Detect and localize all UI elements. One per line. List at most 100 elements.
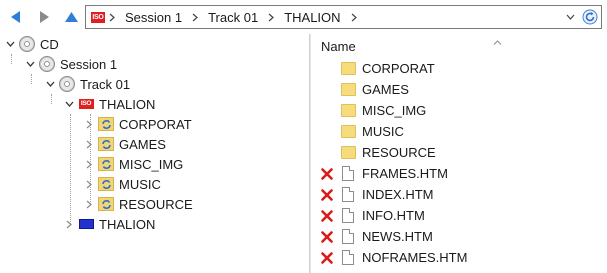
tree-guide [31, 74, 32, 84]
chevron-down-icon[interactable] [24, 54, 36, 74]
file-icon [340, 166, 356, 182]
tree-item-label: Track 01 [80, 76, 131, 92]
sync-folder-icon [97, 135, 115, 153]
folder-icon [340, 82, 356, 98]
back-arrow-icon[interactable] [9, 10, 23, 24]
iso-badge-icon: ISO [91, 11, 105, 23]
list-item[interactable]: FRAMES.HTM [311, 163, 607, 184]
column-header[interactable]: Name [311, 34, 607, 58]
tree-item-label: MUSIC [119, 176, 161, 192]
tree-item-label: CD [40, 36, 59, 52]
tree-item-cd[interactable]: CD [4, 34, 59, 54]
list-item[interactable]: GAMES [311, 79, 607, 100]
file-icon [340, 250, 356, 266]
cd-disc-icon [18, 35, 36, 53]
tree-item-games[interactable]: GAMES [83, 134, 166, 154]
error-x-icon [319, 208, 335, 224]
list-item-label: INFO.HTM [362, 208, 425, 223]
tree-item-thalion-volume[interactable]: THALION [63, 214, 155, 234]
error-x-icon [319, 229, 335, 245]
list-item-label: NOFRAMES.HTM [362, 250, 468, 265]
chevron-down-icon[interactable] [44, 74, 56, 94]
tree-guide [11, 54, 12, 64]
list-item[interactable]: NOFRAMES.HTM [311, 247, 607, 268]
chevron-right-icon[interactable] [83, 134, 95, 154]
file-icon [340, 187, 356, 203]
folder-icon [340, 124, 356, 140]
chevron-down-icon[interactable] [4, 34, 16, 54]
list-item-label: RESOURCE [362, 145, 436, 160]
tree-item-label: CORPORAT [119, 116, 192, 132]
chevron-right-icon[interactable] [347, 6, 361, 28]
breadcrumb-track[interactable]: Track 01 [202, 6, 264, 28]
folder-tree[interactable]: CD Session 1 Track 01 ISO THALION CORPOR… [0, 34, 309, 273]
chevron-right-icon[interactable] [83, 114, 95, 134]
list-item[interactable]: NEWS.HTM [311, 226, 607, 247]
list-item-label: MISC_IMG [362, 103, 427, 118]
list-item[interactable]: INDEX.HTM [311, 184, 607, 205]
tree-item-label: MISC_IMG [119, 156, 184, 172]
list-item[interactable]: INFO.HTM [311, 205, 607, 226]
track-disc-icon [58, 75, 76, 93]
folder-icon [340, 103, 356, 119]
error-x-icon [319, 250, 335, 266]
address-bar[interactable]: ISO Session 1 Track 01 THALION [85, 5, 602, 29]
list-item-label: CORPORAT [362, 61, 435, 76]
tree-item-track-01[interactable]: Track 01 [44, 74, 130, 94]
tree-item-label: THALION [99, 96, 156, 112]
chevron-down-icon[interactable] [561, 6, 579, 28]
sync-folder-icon [97, 115, 115, 133]
tree-item-resource[interactable]: RESOURCE [83, 194, 193, 214]
forward-arrow-icon[interactable] [37, 10, 51, 24]
breadcrumb-thalion[interactable]: THALION [278, 6, 346, 28]
tree-item-label: RESOURCE [119, 196, 193, 212]
session-disc-icon [38, 55, 56, 73]
blue-volume-icon [77, 215, 95, 233]
tree-item-label: Session 1 [60, 56, 118, 72]
chevron-right-icon[interactable] [264, 6, 278, 28]
list-item-label: INDEX.HTM [362, 187, 434, 202]
breadcrumb-label: Track 01 [208, 9, 259, 25]
chevron-right-icon[interactable] [188, 6, 202, 28]
file-icon [340, 208, 356, 224]
column-name-label: Name [321, 39, 356, 54]
tree-item-corporat[interactable]: CORPORAT [83, 114, 192, 134]
tree-item-label: THALION [99, 216, 156, 232]
iso-volume-icon: ISO [77, 95, 95, 113]
sort-ascending-icon [493, 33, 502, 48]
file-icon [340, 229, 356, 245]
breadcrumb-session[interactable]: Session 1 [119, 6, 188, 28]
chevron-right-icon[interactable] [83, 174, 95, 194]
list-item[interactable]: MISC_IMG [311, 100, 607, 121]
refresh-icon[interactable] [579, 6, 601, 28]
chevron-right-icon[interactable] [83, 154, 95, 174]
chevron-right-icon[interactable] [83, 194, 95, 214]
folder-icon [340, 61, 356, 77]
tree-guide [70, 114, 71, 224]
tree-item-music[interactable]: MUSIC [83, 174, 161, 194]
toolbar: ISO Session 1 Track 01 THALION [0, 0, 607, 34]
list-item-label: NEWS.HTM [362, 229, 433, 244]
file-list[interactable]: Name CORPORAT GAMES MISC_IMG MUSIC RESOU… [311, 34, 607, 273]
breadcrumb-label: Session 1 [125, 9, 183, 25]
tree-item-misc-img[interactable]: MISC_IMG [83, 154, 183, 174]
error-x-icon [319, 166, 335, 182]
list-item-label: MUSIC [362, 124, 404, 139]
tree-guide [51, 94, 52, 104]
breadcrumb-label: THALION [284, 9, 341, 25]
list-item[interactable]: MUSIC [311, 121, 607, 142]
list-item-label: FRAMES.HTM [362, 166, 448, 181]
chevron-right-icon[interactable] [63, 214, 75, 234]
sync-folder-icon [97, 195, 115, 213]
tree-item-label: GAMES [119, 136, 166, 152]
chevron-down-icon[interactable] [63, 94, 75, 114]
list-item-label: GAMES [362, 82, 409, 97]
sync-folder-icon [97, 155, 115, 173]
tree-item-session-1[interactable]: Session 1 [24, 54, 117, 74]
list-item[interactable]: RESOURCE [311, 142, 607, 163]
chevron-right-icon[interactable] [105, 6, 119, 28]
up-arrow-icon[interactable] [64, 10, 78, 24]
error-x-icon [319, 187, 335, 203]
list-item[interactable]: CORPORAT [311, 58, 607, 79]
tree-item-thalion-iso[interactable]: ISO THALION [63, 94, 155, 114]
